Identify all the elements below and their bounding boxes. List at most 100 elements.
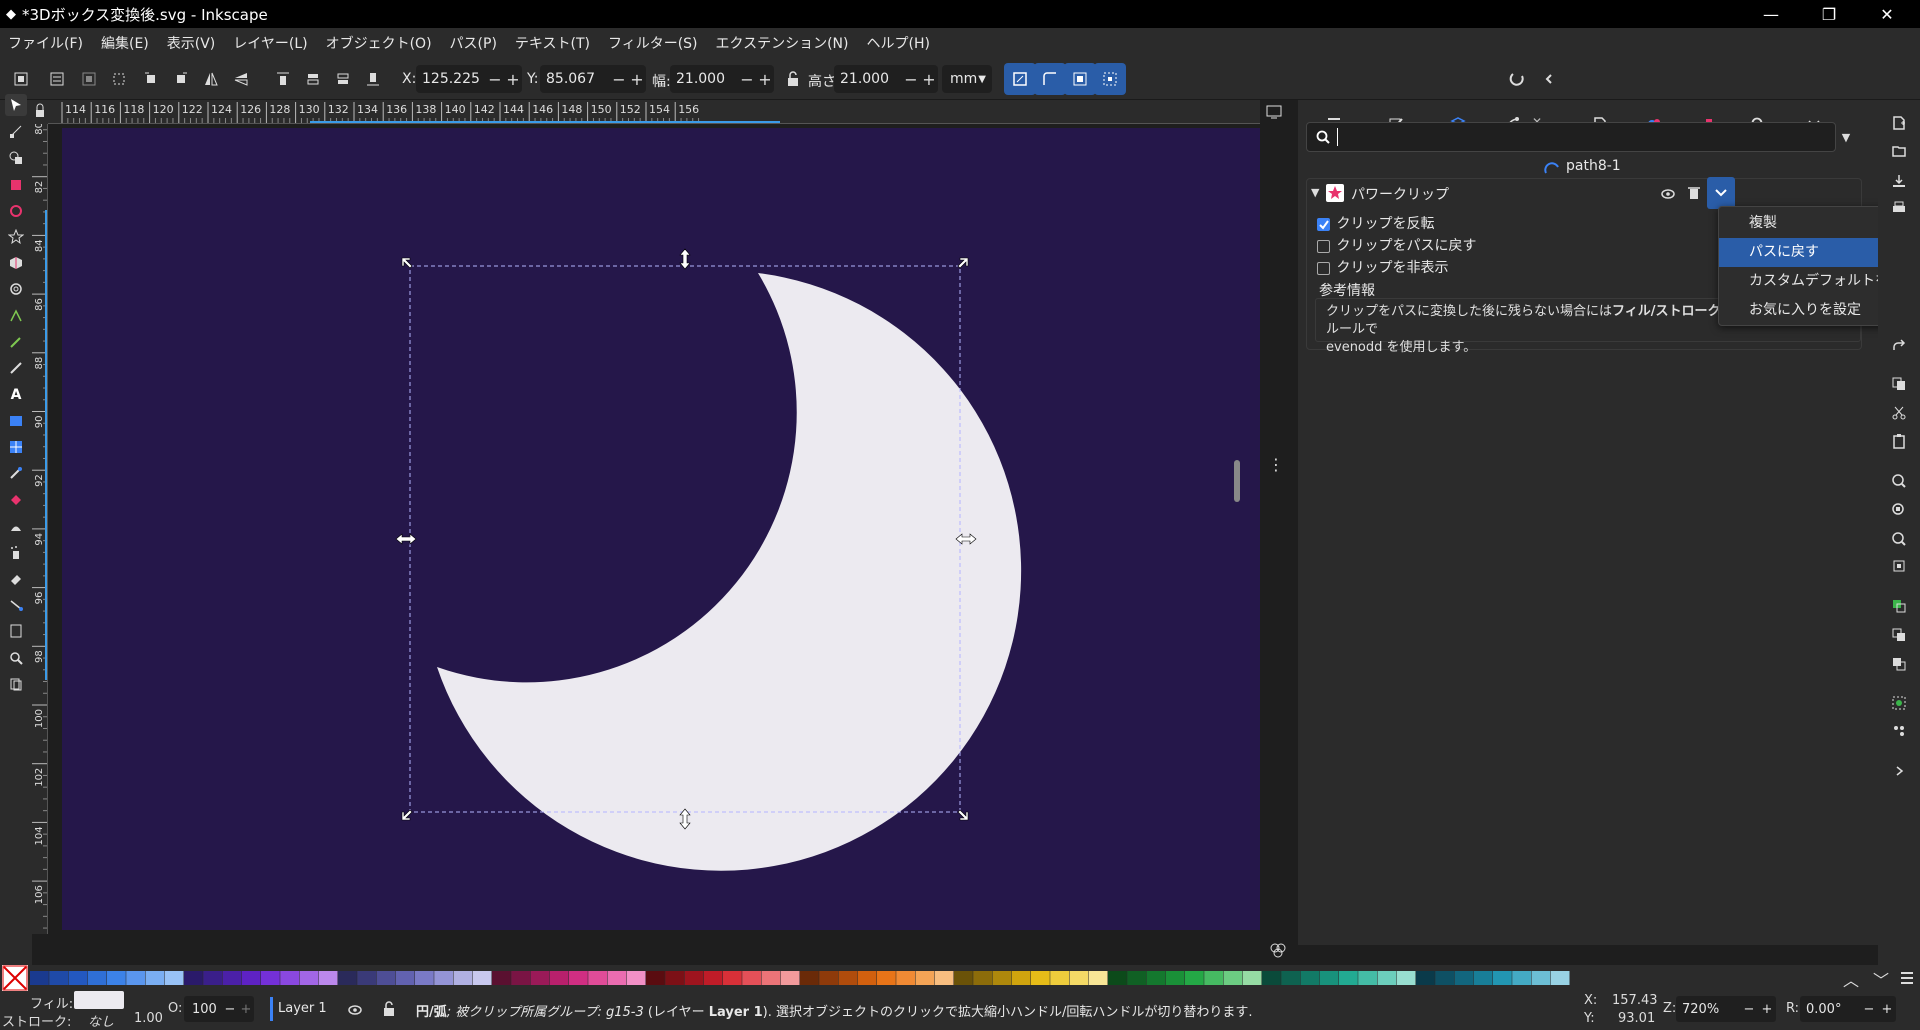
paint-bucket-icon[interactable] <box>5 489 27 511</box>
zoom-field[interactable]: 720% − + <box>1676 996 1776 1022</box>
display-mode-icon[interactable] <box>1262 102 1286 122</box>
copy-icon[interactable] <box>1888 373 1910 395</box>
palette-swatch[interactable] <box>1493 971 1512 985</box>
canvas[interactable] <box>48 124 1260 934</box>
menu-help[interactable]: ヘルプ(H) <box>867 33 930 53</box>
color-manage-icon[interactable] <box>1268 940 1288 960</box>
ungroup-icon[interactable] <box>1888 720 1910 742</box>
palette-swatch[interactable] <box>1531 971 1551 985</box>
palette-swatch[interactable] <box>87 971 107 985</box>
opacity-decrement[interactable]: − <box>222 1002 238 1017</box>
option-invert-clip[interactable]: クリップを反転 <box>1317 213 1434 233</box>
palette-swatch[interactable] <box>1435 971 1454 985</box>
palette-swatch[interactable] <box>1069 971 1089 985</box>
menu-layer[interactable]: レイヤー(L) <box>233 33 307 53</box>
menu-path[interactable]: パス(P) <box>450 33 497 53</box>
select-all-icon[interactable] <box>10 68 32 90</box>
palette-swatch[interactable] <box>1242 971 1262 985</box>
palette-swatch[interactable] <box>357 971 376 985</box>
palette-swatch[interactable] <box>68 971 88 985</box>
3d-box-tool-icon[interactable] <box>5 252 27 274</box>
y-value[interactable]: 85.067 <box>540 71 610 87</box>
width-increment[interactable]: + <box>756 70 774 89</box>
zoom-drawing-icon[interactable] <box>1888 499 1910 521</box>
spiral-tool-icon[interactable] <box>5 278 27 300</box>
palette-swatch[interactable] <box>107 971 126 985</box>
pencil-tool-icon[interactable] <box>5 331 27 353</box>
checkbox-checked-icon[interactable] <box>1317 217 1330 231</box>
redo-icon[interactable] <box>1888 335 1910 357</box>
x-value[interactable]: 125.225 <box>416 71 486 87</box>
palette-scroll-up-icon[interactable]: ︿ <box>1840 967 1862 990</box>
zoom-in[interactable]: + <box>1758 1002 1776 1017</box>
expand-triangle-icon[interactable]: ▼ <box>1311 186 1319 199</box>
y-increment[interactable]: + <box>628 70 646 89</box>
palette-swatch[interactable] <box>511 971 530 985</box>
save-icon[interactable] <box>1888 170 1910 192</box>
spray-tool-icon[interactable] <box>5 542 27 564</box>
palette-swatch[interactable] <box>684 971 704 985</box>
palette-swatch[interactable] <box>280 971 299 985</box>
tweak-tool-icon[interactable] <box>5 516 27 538</box>
height-field[interactable]: 21.000 − + <box>834 65 938 93</box>
vertical-scrollbar[interactable] <box>1234 460 1240 502</box>
palette-swatch[interactable] <box>877 971 896 985</box>
print-icon[interactable] <box>1888 197 1910 219</box>
option-hide-clip[interactable]: クリップを非表示 <box>1317 257 1448 277</box>
palette-swatch[interactable] <box>164 971 184 985</box>
palette-swatch[interactable] <box>1473 971 1493 985</box>
shape-builder-icon[interactable] <box>5 147 27 169</box>
palette-swatch[interactable] <box>1454 971 1474 985</box>
palette-swatch[interactable] <box>1396 971 1416 985</box>
rotate-cw-icon[interactable] <box>170 68 192 90</box>
new-document-icon[interactable] <box>1888 112 1910 134</box>
palette-swatch[interactable] <box>665 971 684 985</box>
duplicate-icon[interactable] <box>1888 595 1910 617</box>
menu-filter[interactable]: フィルター(S) <box>608 33 698 53</box>
palette-swatch[interactable] <box>819 971 838 985</box>
zoom-out[interactable]: − <box>1740 1002 1758 1017</box>
x-increment[interactable]: + <box>504 70 522 89</box>
flip-vertical-icon[interactable] <box>230 68 252 90</box>
palette-swatch[interactable] <box>126 971 145 985</box>
rotate-value[interactable]: 0.00° <box>1800 1002 1860 1017</box>
palette-swatch[interactable] <box>395 971 415 985</box>
horizontal-ruler[interactable]: 114 116 118 120 122 124 126 128 130 132 134 136 138 1… <box>48 100 1260 124</box>
zoom-tool-icon[interactable] <box>5 647 27 669</box>
fill-swatch[interactable] <box>74 991 124 1009</box>
snap-toggle-icon[interactable] <box>1506 68 1528 90</box>
flip-horizontal-icon[interactable] <box>200 68 222 90</box>
menu-file[interactable]: ファイル(F) <box>8 33 83 53</box>
palette-swatch[interactable] <box>1416 971 1435 985</box>
palette-swatch[interactable] <box>453 971 473 985</box>
rotate-decrement[interactable]: − <box>1860 1002 1878 1017</box>
palette-swatch[interactable] <box>1204 971 1223 985</box>
palette-swatch[interactable] <box>1011 971 1031 985</box>
lower-icon[interactable] <box>332 68 354 90</box>
menu-object[interactable]: オブジェクト(O) <box>326 33 432 53</box>
unit-select[interactable]: mm ▼ <box>942 65 992 93</box>
palette-swatch[interactable] <box>1146 971 1166 985</box>
palette-swatch[interactable] <box>915 971 935 985</box>
palette-swatch[interactable] <box>299 971 319 985</box>
palette-swatch[interactable] <box>703 971 723 985</box>
palette-swatch[interactable] <box>1377 971 1397 985</box>
stroke-value[interactable]: なし <box>88 1011 114 1030</box>
lock-ratio-icon[interactable] <box>782 68 804 90</box>
palette-swatch[interactable] <box>1165 971 1185 985</box>
palette-swatch[interactable] <box>241 971 261 985</box>
palette-swatches[interactable] <box>30 971 1570 985</box>
canvas-drawing[interactable] <box>48 124 1260 934</box>
palette-swatch[interactable] <box>1358 971 1377 985</box>
raise-to-top-icon[interactable] <box>272 68 294 90</box>
palette-swatch[interactable] <box>1300 971 1320 985</box>
height-increment[interactable]: + <box>920 70 938 89</box>
stroke-width[interactable]: 1.00 <box>134 1011 163 1026</box>
unit-value[interactable]: mm <box>942 71 978 87</box>
palette-swatch[interactable] <box>1223 971 1243 985</box>
maximize-button[interactable]: ❐ <box>1800 0 1858 28</box>
menu-view[interactable]: 表示(V) <box>167 33 216 53</box>
palette-swatch[interactable] <box>742 971 761 985</box>
palette-swatch[interactable] <box>896 971 915 985</box>
vertical-ruler[interactable]: 80828486889092949698100102104106108 <box>32 124 48 934</box>
